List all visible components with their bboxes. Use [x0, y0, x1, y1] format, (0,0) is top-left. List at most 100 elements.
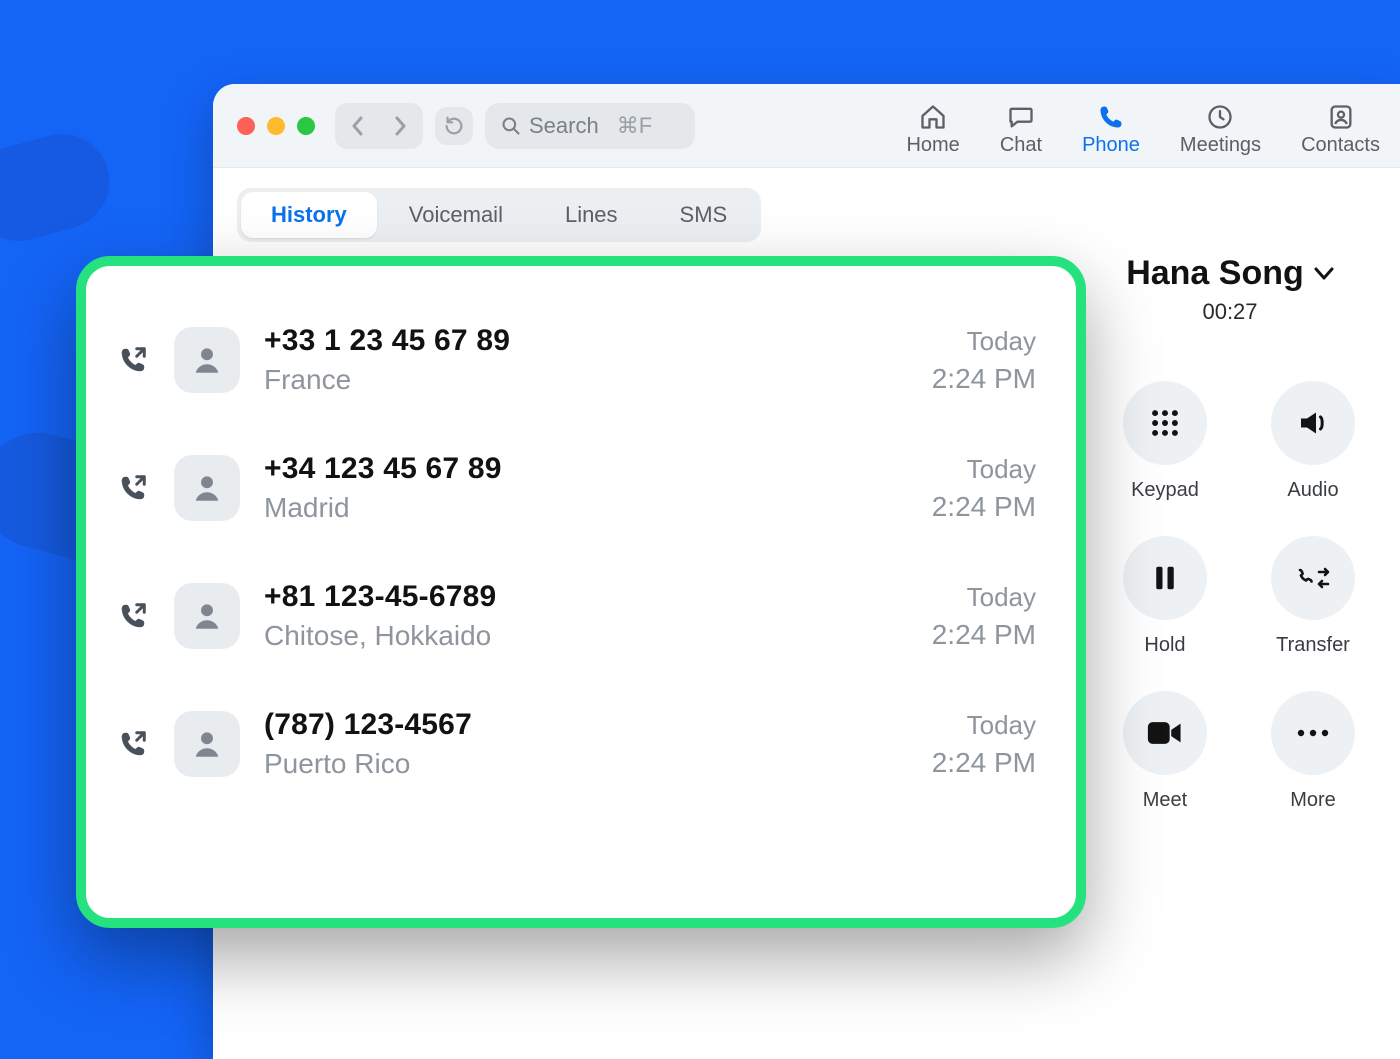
contacts-icon [1326, 102, 1356, 132]
outgoing-call-icon [116, 729, 150, 759]
chevron-left-icon [351, 116, 365, 136]
control-label: Transfer [1276, 634, 1350, 657]
nav-phone[interactable]: Phone [1082, 102, 1140, 157]
avatar [174, 327, 240, 393]
call-number: (787) 123-4567 [264, 708, 472, 742]
call-number: +33 1 23 45 67 89 [264, 324, 510, 358]
call-duration: 00:27 [1060, 299, 1400, 325]
transfer-icon [1293, 563, 1333, 593]
nav-label: Home [906, 134, 959, 157]
nav-label: Contacts [1301, 134, 1380, 157]
search-icon [501, 116, 521, 136]
titlebar: Search ⌘F Home Chat Phone [213, 84, 1400, 168]
pause-icon [1150, 561, 1180, 595]
nav-contacts[interactable]: Contacts [1301, 102, 1380, 157]
transfer-control[interactable]: Transfer [1248, 536, 1378, 657]
avatar [174, 583, 240, 649]
call-time: Today 2:24 PM [932, 710, 1036, 779]
nav-label: Meetings [1180, 134, 1261, 157]
outgoing-call-icon [116, 473, 150, 503]
search-placeholder: Search [529, 113, 599, 139]
audio-control[interactable]: Audio [1248, 381, 1378, 502]
search-input[interactable]: Search ⌘F [485, 103, 695, 149]
call-time: Today 2:24 PM [932, 326, 1036, 395]
control-label: Meet [1143, 789, 1187, 812]
nav-meetings[interactable]: Meetings [1180, 102, 1261, 157]
call-history-highlight: +33 1 23 45 67 89 France Today 2:24 PM +… [76, 256, 1086, 928]
call-contact-name-text: Hana Song [1126, 254, 1304, 293]
tab-sms[interactable]: SMS [650, 192, 758, 238]
decorative-blob [0, 124, 120, 252]
hold-control[interactable]: Hold [1100, 536, 1230, 657]
call-location: Puerto Rico [264, 748, 472, 780]
control-label: Keypad [1131, 479, 1199, 502]
call-time-value: 2:24 PM [932, 747, 1036, 779]
phone-sub-tabs: History Voicemail Lines SMS [213, 168, 1400, 242]
call-time-value: 2:24 PM [932, 491, 1036, 523]
tab-history[interactable]: History [241, 192, 377, 238]
call-time: Today 2:24 PM [932, 454, 1036, 523]
nav-label: Chat [1000, 134, 1042, 157]
keypad-control[interactable]: Keypad [1100, 381, 1230, 502]
call-time: Today 2:24 PM [932, 582, 1036, 651]
history-row[interactable]: (787) 123-4567 Puerto Rico Today 2:24 PM [116, 680, 1036, 808]
avatar [174, 711, 240, 777]
history-row[interactable]: +81 123-45-6789 Chitose, Hokkaido Today … [116, 552, 1036, 680]
call-number: +81 123-45-6789 [264, 580, 496, 614]
call-day: Today [932, 582, 1036, 613]
call-time-value: 2:24 PM [932, 363, 1036, 395]
control-label: More [1290, 789, 1336, 812]
call-number: +34 123 45 67 89 [264, 452, 502, 486]
call-info: +81 123-45-6789 Chitose, Hokkaido [264, 580, 496, 652]
outgoing-call-icon [116, 601, 150, 631]
call-controls: Keypad Audio Hold [1060, 381, 1400, 812]
more-icon [1296, 728, 1330, 738]
phone-icon [1096, 102, 1126, 132]
call-contact-name[interactable]: Hana Song [1060, 254, 1400, 293]
person-icon [190, 471, 224, 505]
nav-back-button[interactable] [339, 107, 377, 145]
fullscreen-window-button[interactable] [297, 117, 315, 135]
call-day: Today [932, 326, 1036, 357]
video-icon [1146, 719, 1184, 747]
refresh-icon [443, 115, 465, 137]
nav-home[interactable]: Home [906, 102, 959, 157]
speaker-icon [1295, 405, 1331, 441]
chevron-down-icon [1314, 267, 1334, 281]
home-icon [918, 102, 948, 132]
call-info: (787) 123-4567 Puerto Rico [264, 708, 472, 780]
minimize-window-button[interactable] [267, 117, 285, 135]
more-control[interactable]: More [1248, 691, 1378, 812]
nav-forward-button[interactable] [381, 107, 419, 145]
outgoing-call-icon [116, 345, 150, 375]
person-icon [190, 343, 224, 377]
person-icon [190, 599, 224, 633]
nav-chat[interactable]: Chat [1000, 102, 1042, 157]
history-row[interactable]: +34 123 45 67 89 Madrid Today 2:24 PM [116, 424, 1036, 552]
call-info: +33 1 23 45 67 89 France [264, 324, 510, 396]
history-nav-group [335, 103, 423, 149]
person-icon [190, 727, 224, 761]
close-window-button[interactable] [237, 117, 255, 135]
nav-refresh-button[interactable] [435, 107, 473, 145]
call-day: Today [932, 710, 1036, 741]
call-location: Madrid [264, 492, 502, 524]
control-label: Hold [1144, 634, 1185, 657]
main-nav: Home Chat Phone Meetings [906, 84, 1380, 167]
tab-voicemail[interactable]: Voicemail [379, 192, 533, 238]
window-traffic-lights [237, 117, 315, 135]
meet-control[interactable]: Meet [1100, 691, 1230, 812]
keypad-icon [1148, 406, 1182, 440]
nav-label: Phone [1082, 134, 1140, 157]
avatar [174, 455, 240, 521]
history-row[interactable]: +33 1 23 45 67 89 France Today 2:24 PM [116, 296, 1036, 424]
call-location: Chitose, Hokkaido [264, 620, 496, 652]
segmented-control: History Voicemail Lines SMS [237, 188, 761, 242]
call-location: France [264, 364, 510, 396]
tab-lines[interactable]: Lines [535, 192, 648, 238]
control-label: Audio [1287, 479, 1338, 502]
chat-icon [1006, 102, 1036, 132]
active-call-panel: Hana Song 00:27 Keypad Audio [1060, 234, 1400, 812]
call-info: +34 123 45 67 89 Madrid [264, 452, 502, 524]
search-shortcut-label: ⌘F [617, 113, 652, 139]
